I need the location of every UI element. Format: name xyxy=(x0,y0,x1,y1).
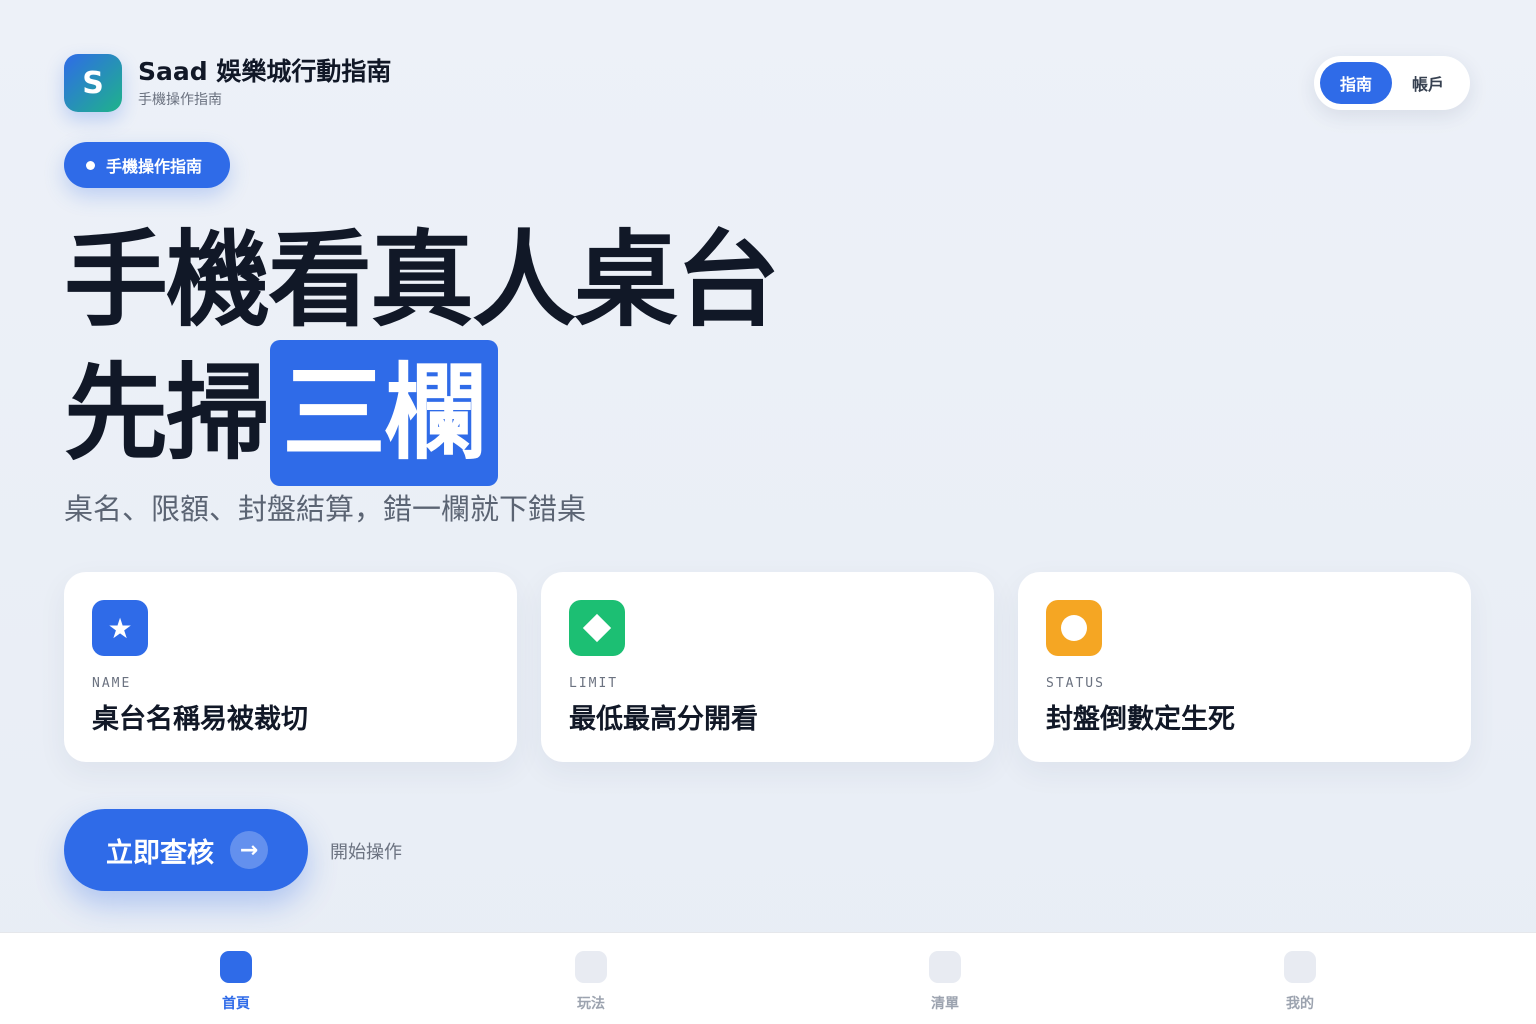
arrow-right-icon: → xyxy=(230,831,268,869)
circle-icon xyxy=(1046,600,1102,656)
card-name: ★ NAME 桌台名稱易被裁切 xyxy=(64,572,517,762)
segmented-control: 指南 帳戶 xyxy=(1314,56,1470,110)
card-tag: NAME xyxy=(92,676,132,691)
home-icon xyxy=(220,951,252,983)
bottom-tab-bar: 首頁 玩法 清單 我的 xyxy=(0,932,1536,1024)
tab-profile[interactable]: 我的 xyxy=(1260,951,1340,1013)
star-icon: ★ xyxy=(92,600,148,656)
segment-guide[interactable]: 指南 xyxy=(1320,62,1392,104)
tab-gameplay[interactable]: 玩法 xyxy=(551,951,631,1013)
card-tag: STATUS xyxy=(1046,676,1105,691)
hero-line-2-prefix: 先掃 xyxy=(64,352,270,474)
gameplay-icon xyxy=(575,951,607,983)
app-logo[interactable]: S xyxy=(64,54,122,112)
hero-line-2: 先掃 三欄 xyxy=(64,340,778,486)
card-text: 最低最高分開看 xyxy=(569,704,758,735)
segment-account[interactable]: 帳戶 xyxy=(1392,62,1464,104)
cta-label: 立即查核 xyxy=(106,837,214,869)
category-badge: 手機操作指南 xyxy=(64,142,230,188)
brand: Saad 娛樂城行動指南 手機操作指南 xyxy=(138,57,391,109)
hero-subtitle: 桌名、限額、封盤結算，錯一欄就下錯桌 xyxy=(64,492,587,526)
tab-label: 我的 xyxy=(1286,996,1314,1012)
tab-label: 清單 xyxy=(931,996,959,1012)
card-text: 桌台名稱易被裁切 xyxy=(92,704,308,735)
hero-highlight: 三欄 xyxy=(270,340,499,486)
card-limit: LIMIT 最低最高分開看 xyxy=(541,572,994,762)
tab-label: 首頁 xyxy=(222,996,250,1012)
profile-icon xyxy=(1284,951,1316,983)
app-header: S Saad 娛樂城行動指南 手機操作指南 xyxy=(64,54,391,112)
badge-label: 手機操作指南 xyxy=(106,157,203,176)
app-title: Saad 娛樂城行動指南 xyxy=(138,57,392,86)
card-text: 封盤倒數定生死 xyxy=(1046,704,1235,735)
hero-line-1: 手機看真人桌台 xyxy=(64,219,780,341)
diamond-icon xyxy=(569,600,625,656)
dot-icon xyxy=(86,160,95,170)
tab-label: 玩法 xyxy=(577,996,605,1012)
tab-list[interactable]: 清單 xyxy=(905,951,985,1013)
list-icon xyxy=(929,951,961,983)
check-now-button[interactable]: 立即查核 → xyxy=(64,809,308,891)
tab-home[interactable]: 首頁 xyxy=(196,951,276,1013)
cta-note: 開始操作 xyxy=(330,842,402,863)
hero-heading: 手機看真人桌台 先掃 三欄 xyxy=(64,219,780,486)
card-tag: LIMIT xyxy=(569,676,619,691)
app-subtitle: 手機操作指南 xyxy=(138,92,222,108)
card-status: STATUS 封盤倒數定生死 xyxy=(1018,572,1471,762)
